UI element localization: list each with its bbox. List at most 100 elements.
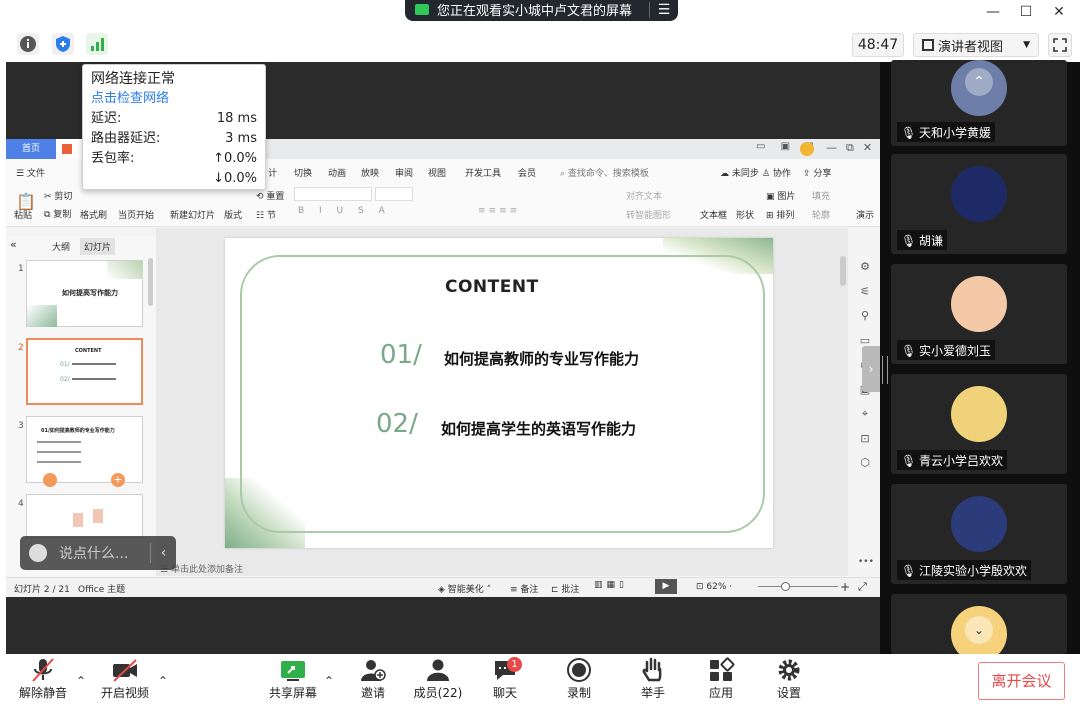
fill-button[interactable]: 填充 [812,189,830,202]
fit-window-icon[interactable]: ⤢ [858,580,867,594]
slide-thumbnail-2[interactable]: CONTENT 01/ 02/ [26,338,143,405]
wps-collab[interactable]: ♙ 协作 [762,166,791,179]
members-button[interactable]: 成员(22) [403,656,473,702]
paragraph-align-buttons[interactable]: ≡≡≡≡ [478,206,520,216]
start-video-button[interactable]: 开启视频 [90,656,160,702]
collapse-chat-icon[interactable]: ‹ [150,543,176,563]
section-button[interactable]: ☷ 节 [256,208,276,221]
network-signal-icon[interactable] [86,33,108,55]
wps-avatar[interactable] [800,142,814,156]
unmute-button[interactable]: 解除静音 [8,656,78,702]
maximize-button[interactable]: ☐ [1013,2,1039,22]
layout-button[interactable]: 版式 [224,208,242,221]
font-style-buttons[interactable]: B I U S A [298,206,391,216]
comments-button[interactable]: ⊏ 批注 [551,582,579,595]
beautify-button[interactable]: ◈ 智能美化 ˄ [438,582,491,595]
panel-resize-handle[interactable] [882,356,888,384]
record-button[interactable]: 录制 [544,656,614,702]
participant-tile[interactable]: 🎙 胡谦 [891,154,1067,254]
emoji-icon[interactable] [29,544,47,562]
slide-item-number[interactable]: 02/ [376,409,418,439]
new-slide-button[interactable]: 新建幻灯片 [170,208,215,221]
textbox-button[interactable]: 文本框 [700,208,727,221]
view-mode-dropdown[interactable]: 演讲者视图 ▼ [913,33,1039,57]
wps-menu-item[interactable]: 计 [268,166,277,179]
copy-button[interactable]: ⧉ 复制 [44,207,71,220]
wps-search[interactable]: ⌕ 查找命令、搜索模板 [560,166,649,179]
chat-input[interactable]: 说点什么... ‹ [20,536,176,570]
from-current-button[interactable]: 当页开始 [118,208,154,221]
play-slideshow-icon[interactable]: ▶ [655,579,677,594]
wps-home-tab[interactable]: 首页 [6,139,56,159]
view-buttons[interactable]: ▥▦▯ [594,580,628,590]
tab-outline[interactable]: 大纲 [52,240,70,253]
apps-button[interactable]: 应用 [686,656,756,702]
participant-tile[interactable]: ⌃ 🎙 天和小学黄媛 [891,60,1067,146]
wps-menu-item[interactable]: 切换 [294,166,312,179]
chevron-up-icon[interactable]: ⌃ [965,68,993,96]
security-shield-icon[interactable] [52,33,74,55]
font-size-select[interactable] [375,187,413,201]
wps-menu-item[interactable]: 审阅 [395,166,413,179]
zoom-level[interactable]: ⊡ 62% · [696,582,732,592]
share-screen-button[interactable]: 共享屏幕 [258,656,328,702]
cut-button[interactable]: ✂ 剪切 [44,189,72,202]
fullscreen-icon[interactable] [1048,33,1072,57]
leave-meeting-button[interactable]: 离开会议 [978,662,1065,700]
notes-button[interactable]: ≡ 备注 [510,582,538,595]
zoom-slider-handle[interactable] [781,582,790,591]
tab-slides[interactable]: 幻灯片 [80,238,116,255]
wps-min-max-close[interactable]: —⧉✕ [826,141,881,155]
reset-button[interactable]: ⟲ 重置 [256,189,284,202]
collapse-panel-icon[interactable]: « [10,238,17,251]
wps-menu-file[interactable]: ☰ 文件 [16,166,45,179]
settings-button[interactable]: 设置 [754,656,824,702]
outline-button[interactable]: 轮廓 [812,208,830,221]
format-painter-button[interactable]: 格式刷 [80,208,107,221]
wps-menu-item[interactable]: 视图 [428,166,446,179]
slide-thumbnail-4[interactable] [26,494,143,538]
slide-item-text[interactable]: 如何提高教师的专业写作能力 [444,348,639,369]
participant-tile[interactable]: 🎙 青云小学吕欢欢 [891,374,1067,474]
slide-thumbnail-3[interactable]: 01/如何提高教师的专业写作能力 + [26,416,143,487]
presenter-button[interactable]: 演示 [856,208,874,221]
participant-tile[interactable]: 🎙 江陵实验小学殷欢欢 [891,484,1067,584]
wps-menu-item[interactable]: 放映 [361,166,379,179]
align-text-button[interactable]: 对齐文本 [626,189,662,202]
chevron-right-icon[interactable]: › [862,346,880,392]
wps-share[interactable]: ⇪ 分享 [803,166,831,179]
slide-title[interactable]: CONTENT [445,277,539,297]
shape-button[interactable]: 形状 [736,208,754,221]
slide-item-number[interactable]: 01/ [380,340,422,370]
chat-button[interactable]: 聊天 [470,656,540,702]
wps-doc-tab[interactable] [56,139,84,159]
zoom-in-icon[interactable]: + [840,580,850,594]
audio-options-caret[interactable]: ⌃ [76,674,86,688]
canvas-scrollbar[interactable] [840,256,846,286]
minimize-button[interactable]: — [980,2,1006,22]
wps-menu-item[interactable]: 开发工具 [465,166,501,179]
more-icon[interactable]: ••• [858,557,874,567]
invite-button[interactable]: 邀请 [338,656,408,702]
video-options-caret[interactable]: ⌃ [158,674,168,688]
zoom-slider[interactable] [758,586,838,587]
wps-unsynced[interactable]: ☁ 未同步 [720,166,759,179]
chevron-down-icon[interactable]: ⌄ [965,616,993,644]
wps-menu-item[interactable]: 动画 [328,166,346,179]
slide-item-text[interactable]: 如何提高学生的英语写作能力 [441,418,636,439]
play-icon[interactable] [43,473,57,487]
wps-menu-item[interactable]: 会员 [518,166,536,179]
participant-tile[interactable]: ⌄ [891,594,1067,654]
raise-hand-button[interactable]: 举手 [618,656,688,702]
share-options-caret[interactable]: ⌃ [324,674,334,688]
picture-button[interactable]: ▣ 图片 [766,189,795,202]
arrange-button[interactable]: ⊞ 排列 [766,208,794,221]
add-slide-icon[interactable]: + [111,473,125,487]
info-icon[interactable] [17,33,39,55]
participant-tile[interactable]: 🎙 实小爱德刘玉 [891,264,1067,364]
menu-icon[interactable]: ☰ [650,2,678,18]
smart-art-button[interactable]: 转智能图形 [626,208,671,221]
slide-thumbnail-1[interactable]: 如何提高写作能力 [26,260,143,327]
paste-button[interactable]: 粘贴 [14,208,32,221]
thumb-scrollbar[interactable] [148,258,153,306]
